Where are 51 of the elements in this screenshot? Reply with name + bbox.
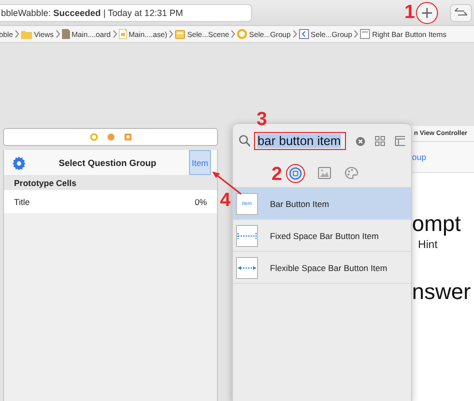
chevron-icon: [292, 30, 297, 38]
search-icon: [239, 135, 250, 147]
cube-icon: [106, 133, 114, 141]
callout-number: 2: [272, 164, 282, 184]
clear-icon[interactable]: [356, 136, 365, 146]
editor-toggle-button[interactable]: [450, 4, 472, 22]
palette-icon: [344, 167, 358, 179]
item-thumbnail: [236, 256, 258, 278]
callout-number: 4: [220, 191, 231, 210]
controller-icon: [90, 133, 98, 141]
label-text: ompt: [412, 210, 461, 238]
item-label: Fixed Space Bar Button Item: [270, 230, 379, 240]
navigation-title: Select Question Group: [58, 158, 158, 168]
swap-arrows-icon: [454, 8, 468, 18]
label-text: nswer: [412, 278, 471, 306]
chevron-icon: [231, 30, 236, 38]
scene-icon: [175, 29, 186, 39]
add-icon: [422, 8, 432, 18]
panel-icon[interactable]: [394, 136, 405, 146]
hint-text: Hint: [417, 239, 438, 251]
cell-detail: 0%: [194, 196, 207, 206]
chevron-icon: [169, 30, 174, 38]
exit-icon: [124, 133, 132, 141]
grid-icon[interactable]: [374, 136, 384, 146]
library-button[interactable]: [416, 2, 438, 24]
item-label: Bar Button Item: [270, 198, 330, 208]
section-header: Prototype Cells: [4, 175, 217, 190]
navitem-icon: [298, 29, 309, 39]
callout-number: 1: [404, 3, 415, 22]
item-thumbnail: [236, 224, 258, 246]
library-item[interactable]: Flexible Space Bar Button Item: [233, 252, 411, 284]
nav-item-title: oup: [412, 152, 426, 162]
build-status-text: bbleWabble: Succeeded | Today at 12:31 PM: [1, 8, 183, 18]
library-item[interactable]: Fixed Space Bar Button Item: [233, 220, 411, 252]
list-icon: [360, 29, 370, 39]
library-tab[interactable]: [344, 167, 358, 179]
library-tab[interactable]: [318, 167, 330, 179]
settings-icon[interactable]: [12, 156, 26, 170]
storyboard-icon: [62, 29, 70, 39]
controller-icon: [237, 29, 248, 39]
chevron-icon: [112, 30, 117, 38]
chevron-icon: [354, 30, 358, 38]
image-icon: [318, 167, 330, 179]
callout-number: 3: [256, 110, 268, 129]
chevron-icon: [14, 30, 19, 38]
chevron-icon: [56, 30, 60, 38]
item-label: Flexible Space Bar Button Item: [270, 262, 388, 272]
folder-icon: [20, 30, 32, 38]
file-icon: [118, 29, 127, 39]
objects-icon: [288, 166, 302, 180]
cell-title: Title: [14, 196, 30, 206]
